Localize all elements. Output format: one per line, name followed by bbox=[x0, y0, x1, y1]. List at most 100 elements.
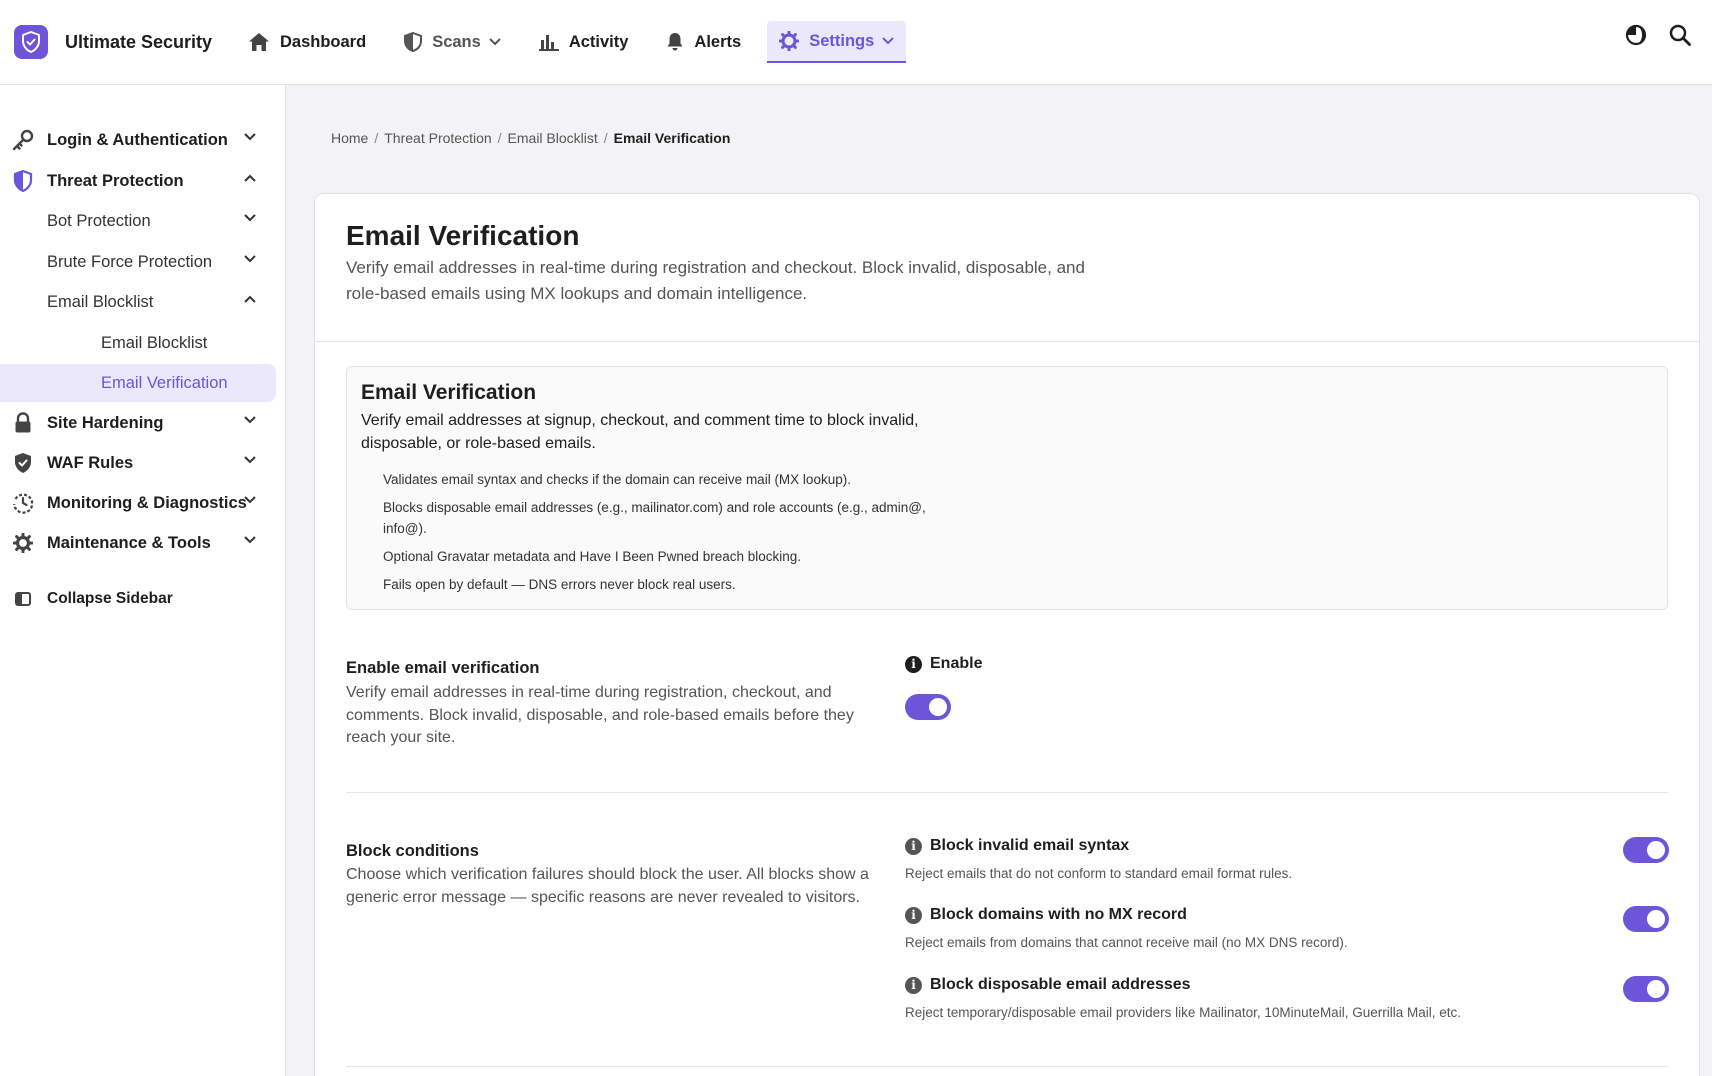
collapse-sidebar-label: Collapse Sidebar bbox=[47, 590, 173, 607]
sidebar-item-label: Email Verification bbox=[101, 373, 228, 392]
chevron-down-icon bbox=[244, 214, 256, 222]
block-disposable-toggle[interactable] bbox=[1623, 976, 1669, 1002]
breadcrumb-separator: / bbox=[497, 130, 502, 146]
collapse-sidebar-button[interactable]: Collapse Sidebar bbox=[0, 580, 276, 618]
block-option-invalid-syntax: i Block invalid email syntax bbox=[905, 837, 1129, 855]
chevron-down-icon bbox=[244, 416, 256, 424]
toggle-knob bbox=[929, 698, 947, 716]
info-box-description: Verify email addresses at signup, checko… bbox=[361, 412, 919, 452]
toggle-knob bbox=[1647, 841, 1665, 859]
gear-icon bbox=[779, 31, 800, 51]
breadcrumb-email-blocklist[interactable]: Email Blocklist bbox=[508, 130, 598, 146]
nav-activity-label: Activity bbox=[568, 32, 629, 51]
enable-section-description: Verify email addresses in real-time duri… bbox=[346, 684, 854, 746]
chevron-down-icon bbox=[244, 133, 256, 141]
search-icon[interactable] bbox=[1668, 23, 1692, 47]
sidebar-item-email-blocklist[interactable]: Email Blocklist bbox=[0, 324, 276, 362]
nav-alerts[interactable]: Alerts bbox=[654, 21, 753, 63]
list-item: Optional Gravatar metadata and Have I Be… bbox=[383, 549, 801, 564]
block-invalid-syntax-toggle[interactable] bbox=[1623, 837, 1669, 863]
block-option-label: Block domains with no MX record bbox=[930, 906, 1187, 923]
key-icon bbox=[12, 129, 34, 151]
sidebar-item-maintenance-tools[interactable]: Maintenance & Tools bbox=[0, 524, 276, 562]
sidebar-item-waf-rules[interactable]: WAF Rules bbox=[0, 444, 276, 482]
sidebar-item-label: Email Blocklist bbox=[47, 292, 154, 311]
sidebar-item-label: Brute Force Protection bbox=[47, 252, 213, 271]
shield-check-icon bbox=[14, 25, 48, 59]
sidebar-item-label: Maintenance & Tools bbox=[47, 533, 211, 552]
nav-dashboard[interactable]: Dashboard bbox=[236, 21, 378, 63]
sidebar-collapse-icon bbox=[12, 588, 34, 610]
divider bbox=[346, 1066, 1668, 1067]
chevron-down-icon bbox=[244, 255, 256, 263]
sidebar-item-email-verification[interactable]: Email Verification bbox=[0, 364, 276, 402]
block-option-no-mx: i Block domains with no MX record bbox=[905, 906, 1187, 924]
top-bar: Ultimate Security Dashboard Scans Activi… bbox=[0, 0, 1712, 85]
top-actions bbox=[1624, 0, 1712, 70]
sidebar-item-site-hardening[interactable]: Site Hardening bbox=[0, 404, 276, 442]
nav-scans[interactable]: Scans bbox=[392, 21, 513, 63]
gear-icon bbox=[12, 532, 34, 554]
chevron-down-icon bbox=[244, 496, 256, 504]
history-icon bbox=[12, 492, 34, 514]
block-option-disposable: i Block disposable email addresses bbox=[905, 976, 1191, 994]
sidebar-item-monitoring-diagnostics[interactable]: Monitoring & Diagnostics bbox=[0, 484, 276, 522]
block-option-description: Reject emails that do not conform to sta… bbox=[905, 866, 1293, 881]
lock-icon bbox=[12, 412, 34, 434]
sidebar-item-label: Monitoring & Diagnostics bbox=[47, 493, 247, 512]
bell-icon bbox=[667, 33, 683, 51]
list-item: Fails open by default — DNS errors never… bbox=[383, 577, 736, 592]
chevron-up-icon bbox=[244, 174, 256, 182]
list-item: Validates email syntax and checks if the… bbox=[383, 472, 851, 487]
chevron-down-icon bbox=[244, 456, 256, 464]
toggle-knob bbox=[1647, 910, 1665, 928]
nav-dashboard-label: Dashboard bbox=[280, 32, 367, 51]
sidebar-item-label: Threat Protection bbox=[47, 171, 184, 190]
breadcrumb-threat-protection[interactable]: Threat Protection bbox=[384, 130, 491, 146]
chevron-up-icon bbox=[244, 295, 256, 303]
block-conditions-description: Choose which verification failures shoul… bbox=[346, 866, 869, 906]
breadcrumb-home[interactable]: Home bbox=[331, 130, 368, 146]
breadcrumb-separator: / bbox=[374, 130, 379, 146]
block-conditions-label: Block conditions bbox=[346, 842, 479, 860]
sidebar-item-email-blocklist-group[interactable]: Email Blocklist bbox=[0, 283, 276, 321]
sidebar: Login & Authentication Threat Protection… bbox=[0, 85, 286, 1076]
home-icon bbox=[249, 33, 269, 51]
enable-verification-toggle[interactable] bbox=[905, 694, 951, 720]
nav-settings-label: Settings bbox=[809, 31, 875, 50]
block-option-label: Block invalid email syntax bbox=[930, 837, 1130, 854]
card-header: Email Verification Verify email addresse… bbox=[315, 194, 1699, 342]
shield-icon bbox=[404, 32, 423, 52]
nav-alerts-label: Alerts bbox=[694, 32, 742, 51]
info-icon[interactable]: i bbox=[905, 655, 922, 673]
main-nav: Dashboard Scans Activity Alerts Settings bbox=[236, 0, 920, 84]
enable-option-label: Enable bbox=[930, 655, 983, 672]
info-box-title: Email Verification bbox=[361, 381, 537, 404]
shield-check-icon bbox=[12, 452, 34, 474]
chevron-down-icon bbox=[244, 536, 256, 544]
sidebar-item-brute-force-protection[interactable]: Brute Force Protection bbox=[0, 243, 276, 281]
block-no-mx-toggle[interactable] bbox=[1623, 906, 1669, 932]
sidebar-item-label: Bot Protection bbox=[47, 211, 151, 230]
brand-name: Ultimate Security bbox=[65, 31, 213, 52]
block-option-description: Reject emails from domains that cannot r… bbox=[905, 935, 1348, 950]
block-option-label: Block disposable email addresses bbox=[930, 976, 1191, 993]
theme-toggle-icon[interactable] bbox=[1624, 23, 1648, 47]
list-item: Blocks disposable email addresses (e.g.,… bbox=[383, 500, 926, 536]
nav-activity[interactable]: Activity bbox=[527, 21, 641, 63]
page-title: Email Verification bbox=[346, 220, 580, 251]
sidebar-item-label: WAF Rules bbox=[47, 453, 134, 472]
info-box-list: Validates email syntax and checks if the… bbox=[383, 469, 973, 602]
info-icon[interactable]: i bbox=[905, 906, 922, 924]
info-icon[interactable]: i bbox=[905, 837, 922, 855]
sidebar-item-login-authentication[interactable]: Login & Authentication bbox=[0, 121, 276, 159]
chevron-down-icon bbox=[882, 37, 895, 45]
sidebar-item-bot-protection[interactable]: Bot Protection bbox=[0, 202, 276, 240]
info-box: Email Verification Verify email addresse… bbox=[346, 366, 1668, 610]
info-icon[interactable]: i bbox=[905, 976, 922, 994]
breadcrumb-separator: / bbox=[603, 130, 608, 146]
brand[interactable]: Ultimate Security bbox=[14, 25, 236, 59]
page-description: Verify email addresses in real-time duri… bbox=[346, 258, 1085, 303]
sidebar-item-threat-protection[interactable]: Threat Protection bbox=[0, 162, 276, 200]
nav-settings[interactable]: Settings bbox=[767, 21, 907, 63]
